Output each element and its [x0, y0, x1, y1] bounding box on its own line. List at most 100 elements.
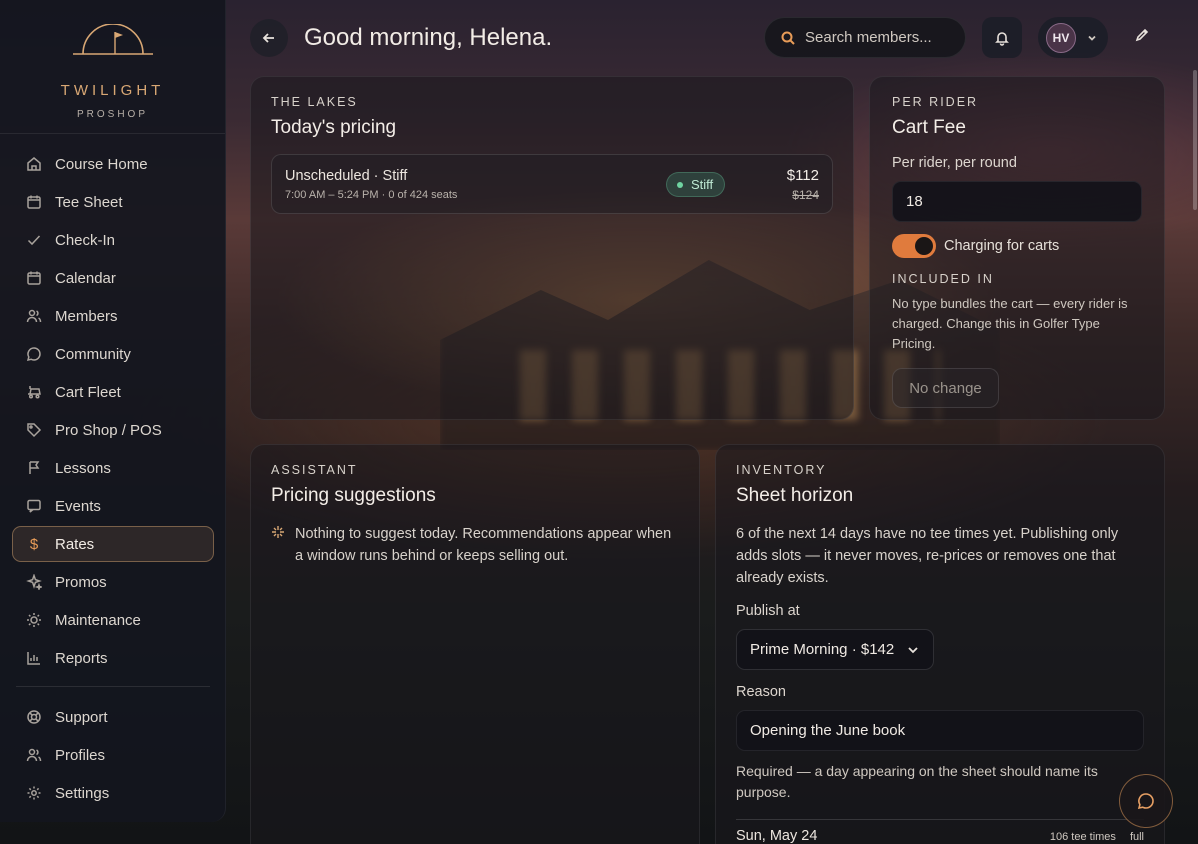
sidebar-item-calendar[interactable]: Calendar — [12, 260, 214, 296]
search-input[interactable]: Search members... — [764, 17, 966, 58]
publish-at-select[interactable]: Prime Morning · $142 — [736, 629, 934, 670]
home-icon — [25, 155, 43, 173]
greeting-title: Good morning, Helena. — [304, 24, 553, 51]
per-rider-label: Per rider, per round — [892, 155, 1017, 171]
sidebar-item-support[interactable]: Support — [12, 699, 214, 735]
gear-icon — [25, 784, 43, 802]
inventory-description: 6 of the next 14 days have no tee times … — [736, 526, 1119, 586]
sidebar-item-label: Settings — [55, 784, 110, 802]
brand[interactable]: TWILIGHT PROSHOP — [0, 0, 225, 134]
status-badge: Stiff — [666, 172, 726, 197]
reason-label: Reason — [736, 684, 786, 700]
sidebar-item-label: Rates — [55, 535, 95, 553]
arrow-left-icon — [262, 33, 274, 43]
per-rider-input[interactable]: 18 — [892, 181, 1142, 222]
pencil-icon — [1135, 28, 1149, 42]
sidebar-item-profiles[interactable]: Profiles — [12, 737, 214, 773]
sidebar-item-label: Events — [55, 497, 101, 515]
sidebar-item-label: Profiles — [55, 746, 106, 764]
cart-fee-title: Cart Fee — [892, 117, 966, 138]
day-date: Sun, May 24 — [736, 828, 818, 844]
sidebar-item-community[interactable]: Community — [12, 336, 214, 372]
lifebuoy-icon — [25, 708, 43, 726]
no-change-button[interactable]: No change — [892, 368, 999, 408]
pricing-row[interactable]: Unscheduled · Stiff 7:00 AM – 5:24 PM · … — [271, 154, 833, 214]
publish-at-label: Publish at — [736, 603, 800, 619]
sidebar-item-events[interactable]: Events — [12, 488, 214, 524]
sidebar-item-reports[interactable]: Reports — [12, 640, 214, 676]
sun-icon — [25, 611, 43, 629]
sidebar-item-label: Pro Shop / POS — [55, 421, 162, 439]
sidebar-item-tee-sheet[interactable]: Tee Sheet — [12, 184, 214, 220]
sidebar-item-members[interactable]: Members — [12, 298, 214, 334]
sidebar-item-label: Maintenance — [55, 611, 141, 629]
back-button[interactable] — [250, 19, 288, 57]
inventory-eyebrow: INVENTORY — [736, 463, 827, 477]
sidebar-item-promos[interactable]: Promos — [12, 564, 214, 600]
brand-name: TWILIGHT — [60, 82, 165, 99]
sidebar-item-label: Tee Sheet — [55, 193, 123, 211]
charging-toggle-label: Charging for carts — [944, 238, 1060, 254]
sidebar-item-cart-fleet[interactable]: Cart Fleet — [12, 374, 214, 410]
included-in-note: No type bundles the cart — every rider i… — [892, 296, 1128, 351]
chevron-down-icon — [908, 646, 918, 653]
reason-hint: Required — a day appearing on the sheet … — [736, 763, 1098, 800]
calendar-icon — [25, 193, 43, 211]
sidebar-item-label: Calendar — [55, 269, 116, 287]
assistant-title: Pricing suggestions — [271, 485, 436, 506]
avatar: HV — [1046, 22, 1076, 53]
sidebar-item-lessons[interactable]: Lessons — [12, 450, 214, 486]
sidebar-item-course-home[interactable]: Course Home — [12, 146, 214, 182]
sidebar-item-check-in[interactable]: Check-In — [12, 222, 214, 258]
sidebar-item-label: Course Home — [55, 155, 148, 173]
tag-icon — [25, 421, 43, 439]
bell-icon — [995, 31, 1009, 46]
sidebar-item-label: Lessons — [55, 459, 111, 477]
sidebar-item-pro-shop-pos[interactable]: Pro Shop / POS — [12, 412, 214, 448]
chart-icon — [25, 649, 43, 667]
status-dot-icon — [677, 181, 683, 188]
reason-input[interactable]: Opening the June book — [736, 710, 1144, 751]
chat-icon — [1137, 793, 1154, 810]
sidebar-item-label: Cart Fleet — [55, 383, 121, 401]
sidebar-item-rates[interactable]: $ Rates — [12, 526, 214, 562]
flag-icon — [25, 459, 43, 477]
search-placeholder: Search members... — [805, 29, 932, 46]
suggestion-text: Nothing to suggest today. Recommendation… — [295, 526, 672, 564]
original-price: $124 — [792, 188, 819, 202]
sidebar-item-label: Community — [55, 345, 131, 363]
day-status: full — [1129, 831, 1144, 843]
sidebar-item-label: Support — [55, 708, 108, 726]
brand-subtitle: PROSHOP — [76, 109, 148, 120]
sidebar-item-label: Members — [55, 307, 118, 325]
message-icon — [25, 497, 43, 515]
day-row[interactable]: Sun, May 24 106 tee times full — [736, 819, 1144, 844]
sidebar-item-settings[interactable]: Settings — [12, 775, 214, 811]
charging-toggle[interactable] — [892, 234, 936, 258]
pricing-card: THE LAKES Today's pricing Unscheduled · … — [250, 76, 854, 420]
pricing-row-title: Unscheduled · Stiff — [285, 168, 408, 184]
sidebar-item-label: Promos — [55, 573, 107, 591]
notifications-button[interactable] — [982, 17, 1022, 58]
sparkle-icon — [25, 573, 43, 591]
chevron-down-icon — [1088, 35, 1096, 41]
edit-button[interactable] — [1134, 27, 1156, 49]
members-icon — [25, 746, 43, 764]
logo-icon — [73, 24, 153, 55]
inventory-card: INVENTORY Sheet horizon 6 of the next 14… — [715, 444, 1165, 844]
toggle-knob — [915, 237, 933, 255]
dollar-icon: $ — [29, 535, 39, 553]
members-icon — [25, 307, 43, 325]
current-price: $112 — [786, 167, 819, 184]
cart-icon — [25, 383, 43, 401]
sidebar: TWILIGHT PROSHOP Course Home Tee Sheet Che… — [0, 0, 226, 822]
chat-button[interactable] — [1119, 774, 1173, 828]
status-badge-label: Stiff — [691, 177, 714, 192]
user-menu[interactable]: HV — [1038, 17, 1108, 58]
sidebar-item-label: Check-In — [55, 231, 116, 249]
pricing-eyebrow: THE LAKES — [271, 95, 358, 109]
page-scrollbar[interactable] — [1193, 70, 1197, 210]
chat-icon — [25, 345, 43, 363]
sidebar-item-maintenance[interactable]: Maintenance — [12, 602, 214, 638]
day-tee-times: 106 tee times — [1049, 831, 1116, 843]
